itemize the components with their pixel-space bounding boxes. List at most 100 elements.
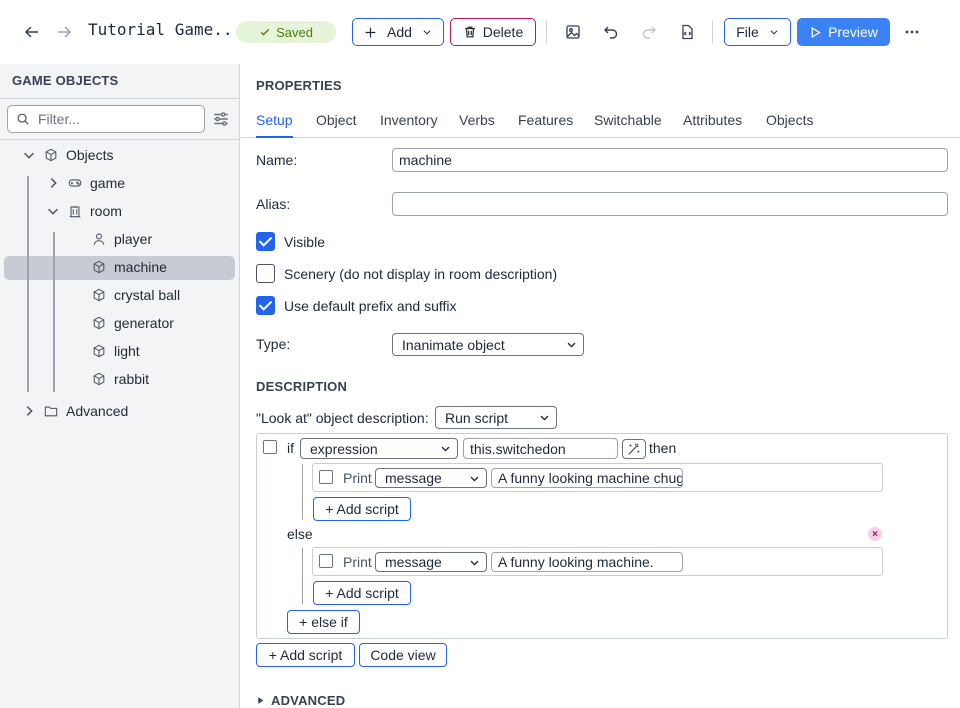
code-file-icon[interactable]	[672, 17, 702, 47]
tab-features[interactable]: Features	[518, 112, 573, 138]
cube-icon	[45, 148, 57, 162]
chevron-down-icon	[540, 415, 549, 421]
chevron-down-icon	[470, 476, 479, 482]
back-arrow-icon[interactable]	[17, 17, 47, 47]
tab-inventory[interactable]: Inventory	[380, 112, 438, 138]
chevron-right-icon[interactable]	[22, 404, 36, 418]
filter-input[interactable]	[38, 111, 188, 127]
file-label: File	[736, 24, 759, 40]
redo-icon[interactable]	[634, 17, 664, 47]
tree-item-crystal-ball[interactable]: crystal ball	[92, 283, 180, 307]
type-select[interactable]: Inanimate object	[392, 333, 584, 356]
block-guide-line	[302, 464, 303, 520]
add-button[interactable]: Add	[352, 18, 444, 46]
visible-label: Visible	[284, 234, 325, 250]
visible-checkbox[interactable]	[256, 232, 275, 251]
else-print-type-select[interactable]: message	[375, 552, 487, 572]
scenery-checkbox[interactable]	[256, 264, 275, 283]
cube-icon	[93, 316, 105, 330]
tree-label: player	[114, 231, 153, 247]
properties-heading: PROPERTIES	[256, 78, 342, 93]
tree-item-player[interactable]: player	[92, 227, 152, 251]
tree-item-advanced[interactable]: Advanced	[22, 399, 128, 423]
chevron-right-icon[interactable]	[46, 176, 60, 190]
tree-label: crystal ball	[114, 287, 181, 303]
tree-label: Advanced	[66, 403, 129, 419]
chevron-down-icon[interactable]	[46, 204, 60, 218]
alias-field[interactable]	[392, 192, 948, 216]
else-print-message-field[interactable]: A funny looking machine.	[491, 552, 683, 572]
tab-attributes[interactable]: Attributes	[683, 112, 742, 138]
chevron-down-icon	[441, 446, 450, 452]
tab-setup[interactable]: Setup	[256, 112, 293, 138]
chevron-down-icon[interactable]	[22, 148, 36, 162]
name-field[interactable]: machine	[392, 148, 948, 172]
delete-button[interactable]: Delete	[450, 18, 536, 46]
gamepad-icon	[68, 179, 82, 187]
tree-item-light[interactable]: light	[92, 339, 140, 363]
if-row-checkbox[interactable]	[263, 440, 277, 454]
person-icon	[93, 233, 105, 245]
remove-else-button[interactable]: ×	[868, 527, 882, 541]
tree-item-rabbit[interactable]: rabbit	[92, 367, 149, 391]
tree-label: machine	[114, 259, 167, 275]
else-if-button[interactable]: + else if	[287, 610, 360, 634]
tab-verbs[interactable]: Verbs	[459, 112, 495, 138]
prefix-suffix-checkbox[interactable]	[256, 296, 275, 315]
description-heading: DESCRIPTION	[256, 379, 348, 394]
tree-item-machine[interactable]: machine	[92, 255, 167, 279]
tree-item-room[interactable]: room	[46, 199, 122, 223]
tree-label: Objects	[66, 147, 114, 163]
search-icon	[17, 113, 29, 125]
tree-guide-line	[53, 232, 55, 392]
tree-item-objects[interactable]: Objects	[22, 143, 113, 167]
cube-icon	[93, 372, 105, 386]
then-add-script-button[interactable]: + Add script	[313, 497, 411, 521]
else-print-label: Print	[343, 554, 372, 570]
scenery-label: Scenery (do not display in room descript…	[284, 266, 558, 282]
condition-type-select[interactable]: expression	[300, 438, 458, 459]
else-add-script-button[interactable]: + Add script	[313, 581, 411, 605]
preview-button[interactable]: Preview	[797, 18, 890, 46]
tree-item-generator[interactable]: generator	[92, 311, 174, 335]
tree-label: generator	[114, 315, 174, 331]
properties-tabs: Setup Object Inventory Verbs Features Sw…	[241, 110, 960, 138]
tab-object[interactable]: Object	[316, 112, 356, 138]
filter-options-icon[interactable]	[212, 110, 230, 128]
preview-label: Preview	[828, 24, 878, 40]
saved-label: Saved	[276, 24, 313, 40]
plus-icon	[365, 27, 376, 37]
alias-label: Alias:	[256, 196, 291, 212]
saved-status-badge: Saved	[236, 21, 336, 43]
name-label: Name:	[256, 152, 298, 168]
tree-item-game[interactable]: game	[46, 171, 125, 195]
then-print-checkbox[interactable]	[319, 470, 333, 484]
play-icon	[811, 26, 821, 38]
filter-field[interactable]	[7, 105, 205, 133]
then-print-message-field[interactable]: A funny looking machine chugs	[491, 468, 683, 488]
look-at-select[interactable]: Run script	[435, 406, 557, 429]
advanced-heading: ADVANCED	[271, 693, 346, 708]
else-print-type-value: message	[385, 554, 442, 570]
condition-expression-field[interactable]: this.switchedon	[463, 438, 618, 459]
tab-objects[interactable]: Objects	[766, 112, 813, 138]
more-options-icon[interactable]	[897, 17, 927, 47]
forward-arrow-icon[interactable]	[49, 17, 79, 47]
add-script-button[interactable]: + Add script	[256, 643, 355, 667]
delete-label: Delete	[482, 24, 524, 40]
tree-label: rabbit	[114, 371, 150, 387]
image-icon[interactable]	[558, 17, 588, 47]
chevron-down-icon	[770, 30, 778, 35]
undo-icon[interactable]	[596, 17, 626, 47]
code-view-button[interactable]: Code view	[359, 643, 447, 667]
block-guide-line	[302, 548, 303, 604]
tab-switchable[interactable]: Switchable	[594, 112, 662, 138]
expression-editor-button[interactable]	[622, 439, 646, 459]
then-print-type-select[interactable]: message	[375, 468, 487, 488]
then-print-type-value: message	[385, 470, 442, 486]
else-print-checkbox[interactable]	[319, 554, 333, 568]
advanced-section-toggle[interactable]: ADVANCED	[256, 693, 345, 708]
file-menu-button[interactable]: File	[724, 18, 791, 46]
game-objects-heading: GAME OBJECTS	[12, 73, 119, 88]
check-icon	[260, 28, 270, 36]
